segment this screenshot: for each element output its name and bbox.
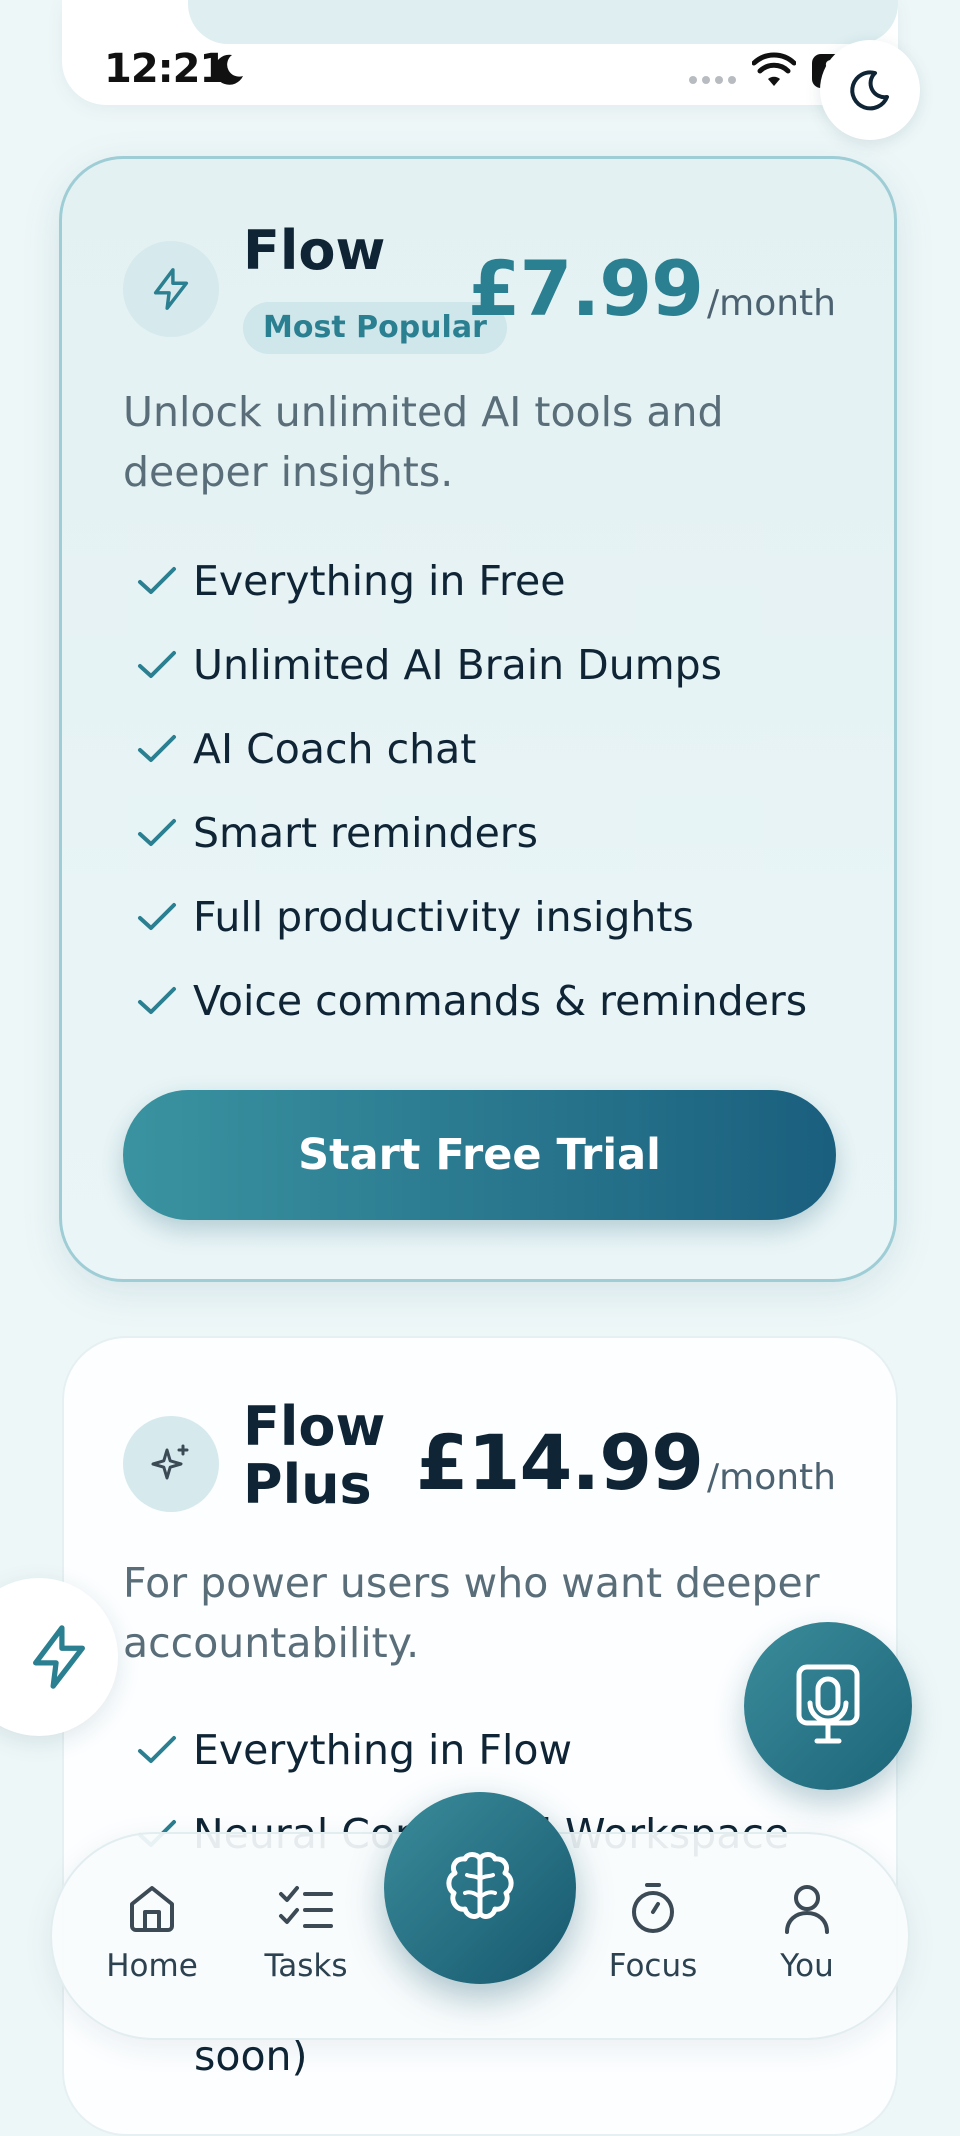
feature-item: Voice commands & reminders: [123, 959, 807, 1043]
start-free-trial-button[interactable]: Start Free Trial: [123, 1090, 836, 1220]
flow-plus-price-period: /month: [707, 1457, 836, 1498]
feature-item: Smart reminders: [123, 791, 807, 875]
home-icon: [130, 1886, 174, 1932]
feature-label: Everything in Flow: [193, 1726, 573, 1774]
feature-item: Everything in Flow: [123, 1708, 789, 1792]
feature-label: AI Coach chat: [193, 725, 477, 773]
nav-focus-label: Focus: [608, 1948, 698, 1984]
check-icon: [138, 651, 176, 678]
signal-icon: [689, 76, 736, 84]
check-icon: [138, 567, 176, 594]
feature-label: Unlimited AI Brain Dumps: [193, 641, 723, 689]
flow-price-period: /month: [707, 283, 836, 324]
flow-plus-name-line2: Plus: [243, 1453, 372, 1516]
tasks-icon: [279, 1886, 333, 1928]
flow-feature-list: Everything in Free Unlimited AI Brain Du…: [123, 539, 807, 1043]
flow-plus-plan-name: Flow Plus: [243, 1398, 385, 1514]
status-time: 12:21: [104, 46, 227, 92]
flow-plus-plan-icon: [123, 1416, 219, 1512]
nav-you-label: You: [780, 1948, 834, 1984]
wifi-icon: [752, 52, 796, 86]
flow-plus-price-amount: £14.99: [415, 1418, 704, 1507]
check-icon: [138, 987, 176, 1014]
feature-item: AI Coach chat: [123, 707, 807, 791]
flow-plus-name-line1: Flow: [243, 1395, 386, 1458]
sparkles-icon: [151, 1444, 189, 1480]
flow-description: Unlock unlimited AI tools and deeper ins…: [123, 388, 724, 496]
theme-toggle-button[interactable]: [820, 40, 920, 140]
nav-home[interactable]: Home: [87, 1880, 217, 1984]
voice-command-button[interactable]: [744, 1622, 912, 1790]
bolt-icon: [33, 1625, 85, 1689]
user-icon: [785, 1885, 829, 1934]
nav-you[interactable]: You: [742, 1880, 872, 1984]
feature-label: Voice commands & reminders: [193, 977, 808, 1025]
feature-label: Full productivity insights: [193, 893, 694, 941]
brain-dump-button[interactable]: [384, 1792, 576, 1984]
flow-plan-icon: [123, 241, 219, 337]
check-icon: [138, 735, 176, 762]
moon-status-icon: [214, 54, 243, 85]
feature-item: Everything in Free: [123, 539, 807, 623]
flow-price-amount: £7.99: [467, 244, 704, 333]
header-pill: [188, 0, 898, 44]
timer-icon: [632, 1883, 674, 1933]
nav-tasks[interactable]: Tasks: [241, 1880, 371, 1984]
feature-item: Full productivity insights: [123, 875, 807, 959]
check-icon: [138, 819, 176, 846]
brain-icon: [446, 1852, 514, 1919]
flow-plan-name: Flow: [243, 219, 386, 282]
microphone-icon: [796, 1664, 860, 1744]
check-icon: [138, 903, 176, 930]
nav-focus[interactable]: Focus: [588, 1880, 718, 1984]
moon-icon: [850, 70, 889, 111]
feature-label: Everything in Free: [193, 557, 566, 605]
feature-item: Unlimited AI Brain Dumps: [123, 623, 807, 707]
check-icon: [138, 1736, 176, 1763]
bolt-icon: [153, 268, 189, 310]
flow-price: £7.99 /month: [468, 244, 836, 333]
nav-tasks-label: Tasks: [264, 1948, 348, 1984]
flow-plus-price: £14.99 /month: [416, 1418, 836, 1507]
flow-plus-description: For power users who want deeper accounta…: [123, 1559, 820, 1667]
feature-label: Smart reminders: [193, 809, 539, 857]
nav-home-label: Home: [106, 1948, 198, 1984]
